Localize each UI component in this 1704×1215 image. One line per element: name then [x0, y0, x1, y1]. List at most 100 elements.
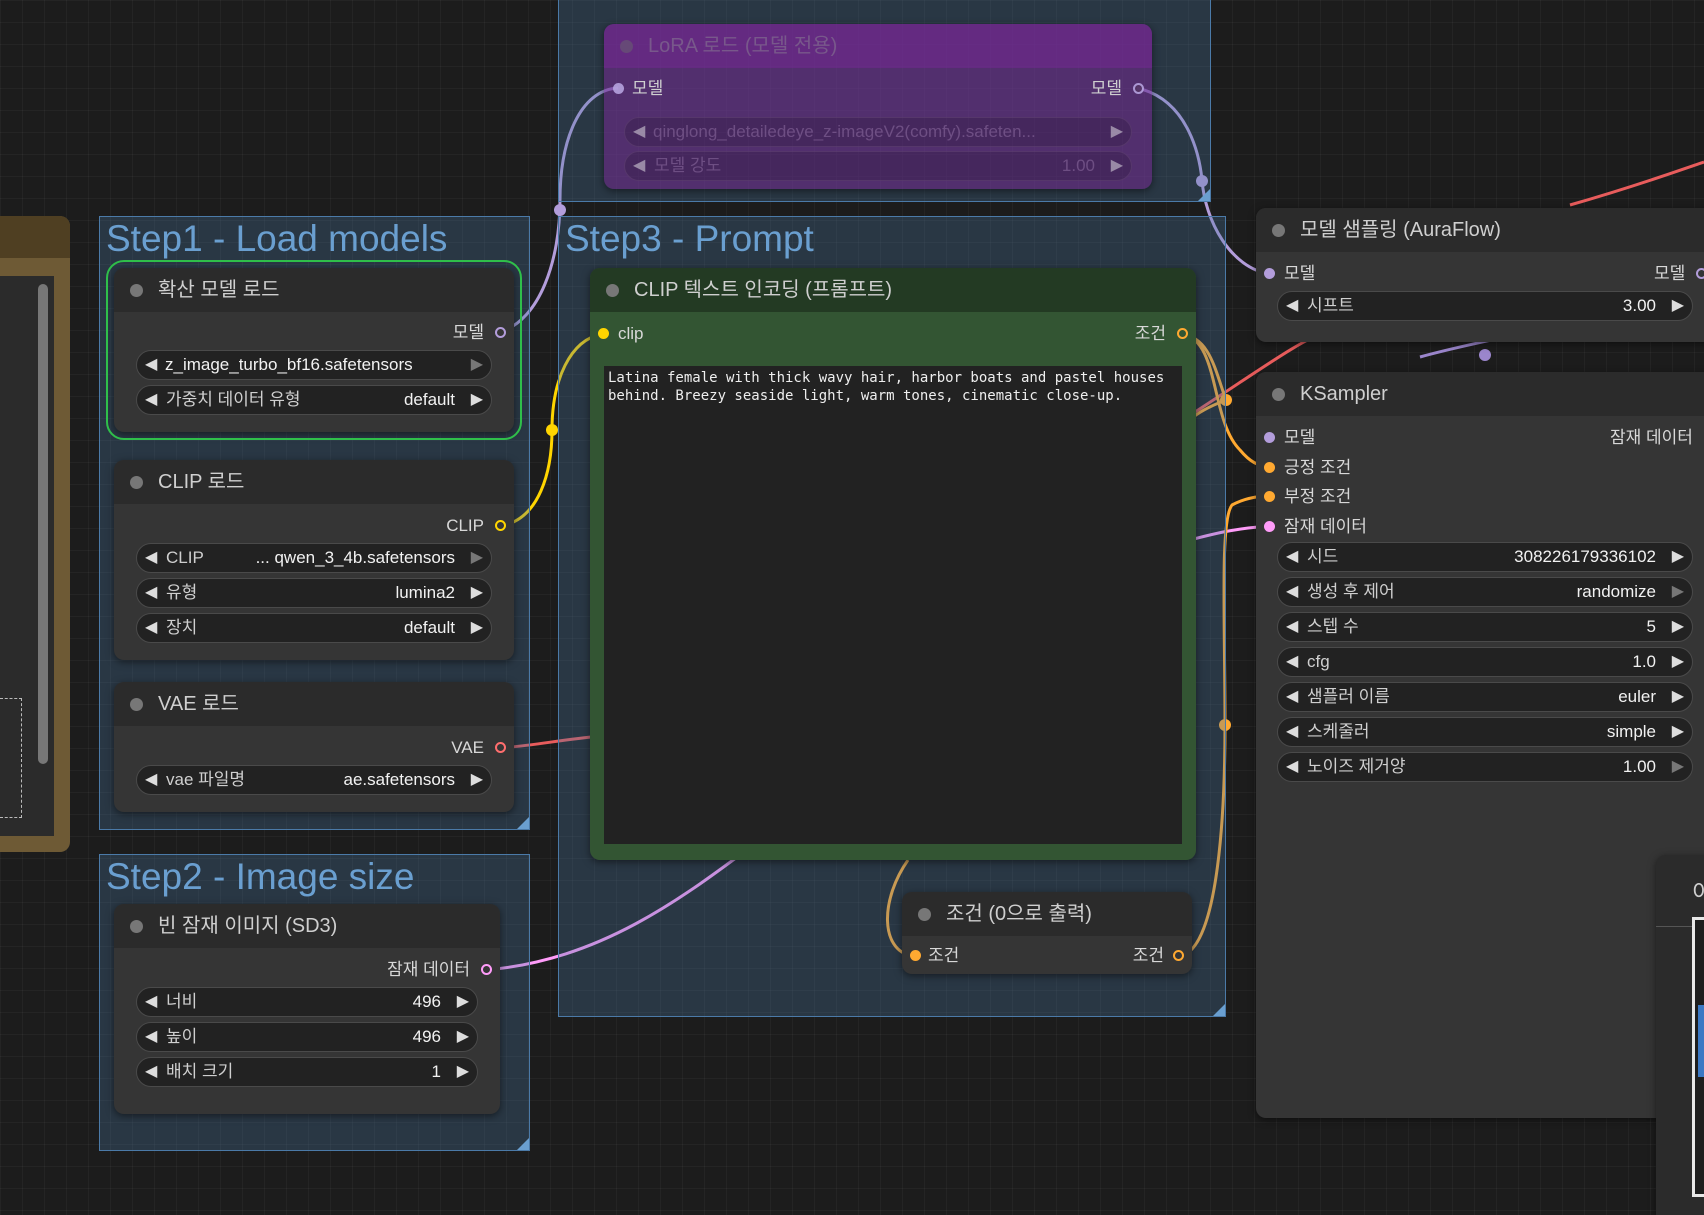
- arrow-right-icon[interactable]: ▶: [471, 390, 483, 410]
- output-pin-latent[interactable]: [481, 964, 492, 975]
- arrow-left-icon[interactable]: ◀: [633, 156, 645, 176]
- shift-number[interactable]: ◀ 시프트 3.00 ▶: [1277, 291, 1693, 321]
- arrow-right-icon[interactable]: ▶: [471, 548, 483, 568]
- arrow-left-icon[interactable]: ◀: [145, 770, 157, 790]
- control-after-generate-combo[interactable]: ◀ 생성 후 제어 randomize ▶: [1277, 577, 1693, 607]
- input-pin-model[interactable]: [1264, 268, 1275, 279]
- input-pin-model[interactable]: [1264, 432, 1275, 443]
- group-resize-grip[interactable]: [1198, 189, 1210, 201]
- arrow-left-icon[interactable]: ◀: [145, 355, 157, 375]
- ksampler-node[interactable]: KSampler 모델 긍정 조건 부정 조건 잠재 데이터 잠재 데이터 ◀ …: [1256, 372, 1704, 1118]
- seed-number[interactable]: ◀ 시드 308226179336102 ▶: [1277, 542, 1693, 572]
- output-pin-model[interactable]: [495, 327, 506, 338]
- group-title[interactable]: Step1 - Load models: [106, 217, 447, 261]
- clip-text-encode-node[interactable]: CLIP 텍스트 인코딩 (프롬프트) clip 조건 Latina femal…: [590, 268, 1196, 860]
- clip-name-value: ... qwen_3_4b.safetensors: [255, 548, 455, 567]
- prompt-textarea[interactable]: Latina female with thick wavy hair, harb…: [604, 366, 1182, 844]
- group-resize-grip[interactable]: [517, 1138, 529, 1150]
- arrow-left-icon[interactable]: ◀: [1286, 652, 1298, 672]
- input-pin-latent[interactable]: [1264, 521, 1275, 532]
- arrow-right-icon[interactable]: ▶: [1672, 722, 1684, 742]
- group-title[interactable]: Step2 - Image size: [106, 855, 414, 899]
- arrow-right-icon[interactable]: ▶: [471, 618, 483, 638]
- arrow-left-icon[interactable]: ◀: [145, 548, 157, 568]
- shift-label: 시프트: [1307, 296, 1354, 315]
- arrow-right-icon[interactable]: ▶: [471, 583, 483, 603]
- arrow-right-icon[interactable]: ▶: [1672, 687, 1684, 707]
- arrow-left-icon[interactable]: ◀: [1286, 757, 1298, 777]
- steps-number[interactable]: ◀ 스텝 수 5 ▶: [1277, 612, 1693, 642]
- arrow-left-icon[interactable]: ◀: [1286, 687, 1298, 707]
- output-label-model: 모델: [1090, 79, 1122, 98]
- scheduler-combo[interactable]: ◀ 스케줄러 simple ▶: [1277, 717, 1693, 747]
- input-label-positive: 긍정 조건: [1284, 458, 1352, 477]
- lora-name-combo[interactable]: ◀ qinglong_detailedeye_z-imageV2(comfy).…: [624, 117, 1132, 147]
- input-pin-negative[interactable]: [1264, 491, 1275, 502]
- arrow-right-icon[interactable]: ▶: [1672, 652, 1684, 672]
- empty-latent-node[interactable]: 빈 잠재 이미지 (SD3) 잠재 데이터 ◀ 너비 496 ▶ ◀ 높이 49…: [114, 904, 500, 1114]
- input-pin-clip[interactable]: [598, 328, 609, 339]
- unet-name-combo[interactable]: ◀ z_image_turbo_bf16.safetensors ▶: [136, 350, 492, 380]
- output-pin-vae[interactable]: [495, 742, 506, 753]
- arrow-right-icon[interactable]: ▶: [457, 1062, 469, 1082]
- conditioning-zero-out-node[interactable]: 조건 (0으로 출력) 조건 조건: [902, 892, 1192, 974]
- group-resize-grip[interactable]: [517, 817, 529, 829]
- vae-loader-node[interactable]: VAE 로드 VAE ◀ vae 파일명 ae.safetensors ▶: [114, 682, 514, 812]
- arrow-right-icon[interactable]: ▶: [471, 355, 483, 375]
- height-number[interactable]: ◀ 높이 496 ▶: [136, 1022, 478, 1052]
- lora-strength-number[interactable]: ◀ 모델 강도 1.00 ▶: [624, 151, 1132, 181]
- sampler-name-combo[interactable]: ◀ 샘플러 이름 euler ▶: [1277, 682, 1693, 712]
- lora-loader-node[interactable]: LoRA 로드 (모델 전용) 모델 모델 ◀ qinglong_detaile…: [604, 24, 1152, 189]
- model-sampling-auraflow-node[interactable]: 모델 샘플링 (AuraFlow) 모델 모델 ◀ 시프트 3.00 ▶: [1256, 208, 1704, 342]
- arrow-left-icon[interactable]: ◀: [145, 583, 157, 603]
- output-pin-model[interactable]: [1696, 268, 1704, 279]
- vae-name-value: ae.safetensors: [343, 770, 455, 789]
- control-after-generate-value: randomize: [1576, 582, 1656, 601]
- cfg-number[interactable]: ◀ cfg 1.0 ▶: [1277, 647, 1693, 677]
- offscreen-node-right[interactable]: 이: [1656, 855, 1704, 1215]
- arrow-right-icon[interactable]: ▶: [457, 992, 469, 1012]
- arrow-right-icon[interactable]: ▶: [457, 1027, 469, 1047]
- output-pin-clip[interactable]: [495, 520, 506, 531]
- output-pin-conditioning[interactable]: [1177, 328, 1188, 339]
- group-title[interactable]: Step3 - Prompt: [565, 217, 814, 261]
- vae-name-combo[interactable]: ◀ vae 파일명 ae.safetensors ▶: [136, 765, 492, 795]
- arrow-left-icon[interactable]: ◀: [633, 122, 645, 142]
- input-pin-conditioning[interactable]: [910, 950, 921, 961]
- arrow-left-icon[interactable]: ◀: [145, 618, 157, 638]
- width-number[interactable]: ◀ 너비 496 ▶: [136, 987, 478, 1017]
- output-pin-model[interactable]: [1133, 83, 1144, 94]
- arrow-left-icon[interactable]: ◀: [145, 992, 157, 1012]
- input-pin-model[interactable]: [613, 83, 624, 94]
- arrow-left-icon[interactable]: ◀: [145, 1027, 157, 1047]
- node-title: 확산 모델 로드: [158, 279, 280, 301]
- arrow-right-icon[interactable]: ▶: [471, 770, 483, 790]
- arrow-left-icon[interactable]: ◀: [1286, 547, 1298, 567]
- arrow-right-icon[interactable]: ▶: [1111, 156, 1123, 176]
- arrow-right-icon[interactable]: ▶: [1672, 582, 1684, 602]
- unet-name-value: z_image_turbo_bf16.safetensors: [165, 355, 413, 374]
- arrow-right-icon[interactable]: ▶: [1672, 757, 1684, 777]
- arrow-left-icon[interactable]: ◀: [1286, 722, 1298, 742]
- arrow-left-icon[interactable]: ◀: [145, 390, 157, 410]
- arrow-left-icon[interactable]: ◀: [1286, 582, 1298, 602]
- denoise-number[interactable]: ◀ 노이즈 제거양 1.00 ▶: [1277, 752, 1693, 782]
- group-resize-grip[interactable]: [1213, 1004, 1225, 1016]
- output-pin-conditioning[interactable]: [1173, 950, 1184, 961]
- arrow-right-icon[interactable]: ▶: [1672, 617, 1684, 637]
- batch-size-number[interactable]: ◀ 배치 크기 1 ▶: [136, 1057, 478, 1087]
- clip-device-combo[interactable]: ◀ 장치 default ▶: [136, 613, 492, 643]
- arrow-left-icon[interactable]: ◀: [145, 1062, 157, 1082]
- diffusion-model-loader-node[interactable]: 확산 모델 로드 모델 ◀ z_image_turbo_bf16.safeten…: [106, 260, 522, 440]
- clip-loader-node[interactable]: CLIP 로드 CLIP ◀ CLIP ... qwen_3_4b.safete…: [114, 460, 514, 660]
- clip-type-combo[interactable]: ◀ 유형 lumina2 ▶: [136, 578, 492, 608]
- arrow-left-icon[interactable]: ◀: [1286, 617, 1298, 637]
- input-pin-positive[interactable]: [1264, 462, 1275, 473]
- arrow-right-icon[interactable]: ▶: [1672, 547, 1684, 567]
- weight-dtype-combo[interactable]: ◀ 가중치 데이터 유형 default ▶: [136, 385, 492, 415]
- offscreen-node-scrollbar[interactable]: [38, 284, 48, 764]
- arrow-right-icon[interactable]: ▶: [1111, 122, 1123, 142]
- arrow-right-icon[interactable]: ▶: [1672, 296, 1684, 316]
- arrow-left-icon[interactable]: ◀: [1286, 296, 1298, 316]
- clip-name-combo[interactable]: ◀ CLIP ... qwen_3_4b.safetensors ▶: [136, 543, 492, 573]
